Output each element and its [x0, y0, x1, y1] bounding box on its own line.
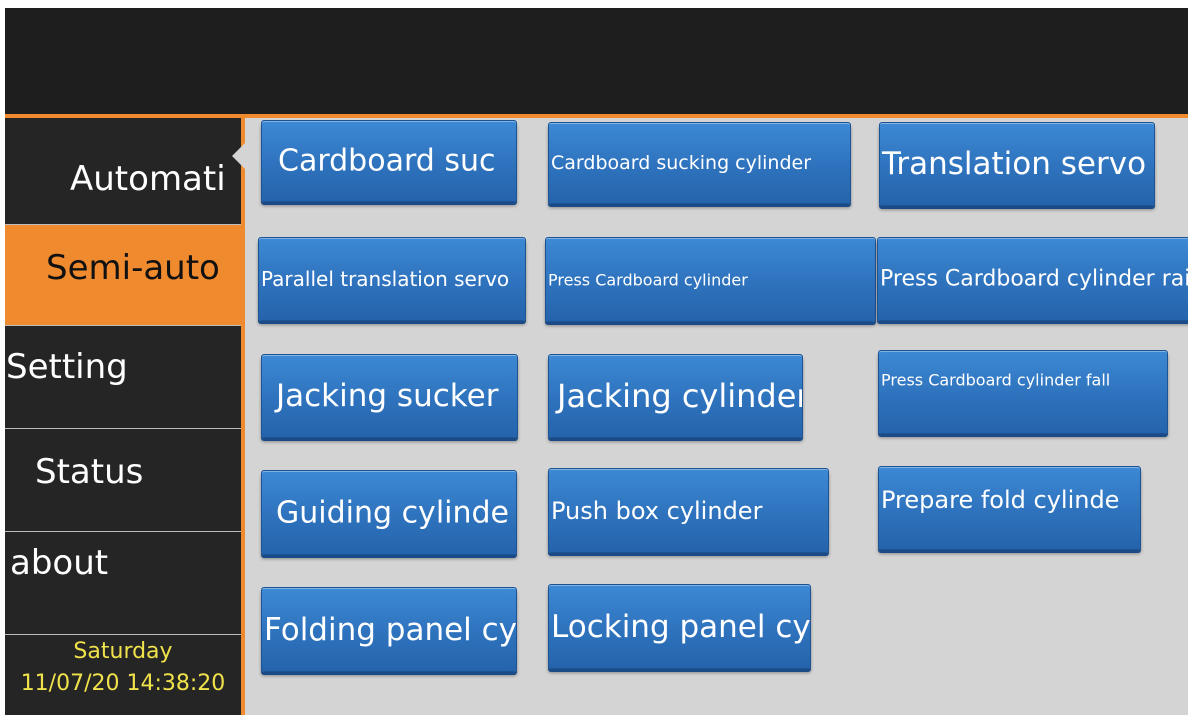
- nav-item-label: Status: [35, 452, 144, 492]
- date-time-display: Saturday 11/07/20 14:38:20: [5, 636, 241, 700]
- press-cardboard-cylinder-button[interactable]: Press Cardboard cylinder: [545, 237, 876, 322]
- top-bar: [5, 8, 1188, 114]
- button-label: Cardboard sucking cylinder: [551, 152, 812, 174]
- button-label: Jacking sucker: [276, 378, 499, 414]
- button-label: Press Cardboard cylinder rai: [880, 266, 1188, 292]
- button-label: Translation servo: [882, 146, 1147, 182]
- nav-divider: [5, 634, 241, 635]
- weekday-label: Saturday: [73, 639, 173, 664]
- translation-servo-button[interactable]: Translation servo: [879, 122, 1155, 206]
- button-label: Push box cylinder: [551, 496, 763, 525]
- nav-item-label: Setting: [6, 347, 128, 387]
- nav-item-automatic[interactable]: Automati: [5, 118, 241, 224]
- button-label: Press Cardboard cylinder fall: [881, 370, 1111, 390]
- button-label: Folding panel cy: [264, 611, 517, 648]
- active-nav-pointer: [232, 142, 246, 170]
- nav-item-label: Automati: [70, 159, 226, 199]
- nav-item-label: Semi-auto: [46, 248, 220, 288]
- semi-auto-panel: Cardboard suc Cardboard sucking cylinder…: [245, 118, 1188, 715]
- button-label: Jacking cylinder: [557, 377, 803, 415]
- sidebar: Automati Semi-auto Setting Status about: [5, 118, 245, 715]
- locking-panel-cylinder-button[interactable]: Locking panel cy: [548, 584, 811, 669]
- nav-item-about[interactable]: about: [5, 532, 241, 634]
- jacking-cylinder-button[interactable]: Jacking cylinder: [548, 354, 803, 438]
- button-label: Locking panel cy: [551, 608, 811, 645]
- timestamp-label: 11/07/20 14:38:20: [20, 671, 226, 696]
- button-label: Prepare fold cylinde: [881, 485, 1120, 514]
- press-cardboard-cylinder-fall-button[interactable]: Press Cardboard cylinder fall: [878, 350, 1168, 434]
- push-box-cylinder-button[interactable]: Push box cylinder: [548, 468, 829, 553]
- folding-panel-cylinder-button[interactable]: Folding panel cy: [261, 587, 517, 672]
- parallel-translation-servo-button[interactable]: Parallel translation servo: [258, 237, 526, 321]
- cardboard-sucker-button[interactable]: Cardboard suc: [261, 120, 517, 202]
- button-label: Parallel translation servo: [261, 267, 510, 291]
- button-label: Press Cardboard cylinder: [548, 270, 748, 289]
- cardboard-sucking-cylinder-button[interactable]: Cardboard sucking cylinder: [548, 122, 851, 204]
- press-cardboard-cylinder-raise-button[interactable]: Press Cardboard cylinder rai: [877, 237, 1188, 321]
- jacking-sucker-button[interactable]: Jacking sucker: [261, 354, 518, 438]
- button-label: Cardboard suc: [278, 143, 496, 179]
- nav-item-label: about: [10, 543, 109, 583]
- nav-item-status[interactable]: Status: [5, 429, 241, 531]
- button-label: Guiding cylinde: [276, 495, 509, 530]
- prepare-fold-cylinder-button[interactable]: Prepare fold cylinde: [878, 466, 1141, 550]
- guiding-cylinder-button[interactable]: Guiding cylinde: [261, 470, 517, 555]
- hmi-screen: Automati Semi-auto Setting Status about …: [5, 8, 1188, 715]
- nav-item-setting[interactable]: Setting: [5, 326, 241, 428]
- nav-item-semi-auto[interactable]: Semi-auto: [5, 225, 241, 325]
